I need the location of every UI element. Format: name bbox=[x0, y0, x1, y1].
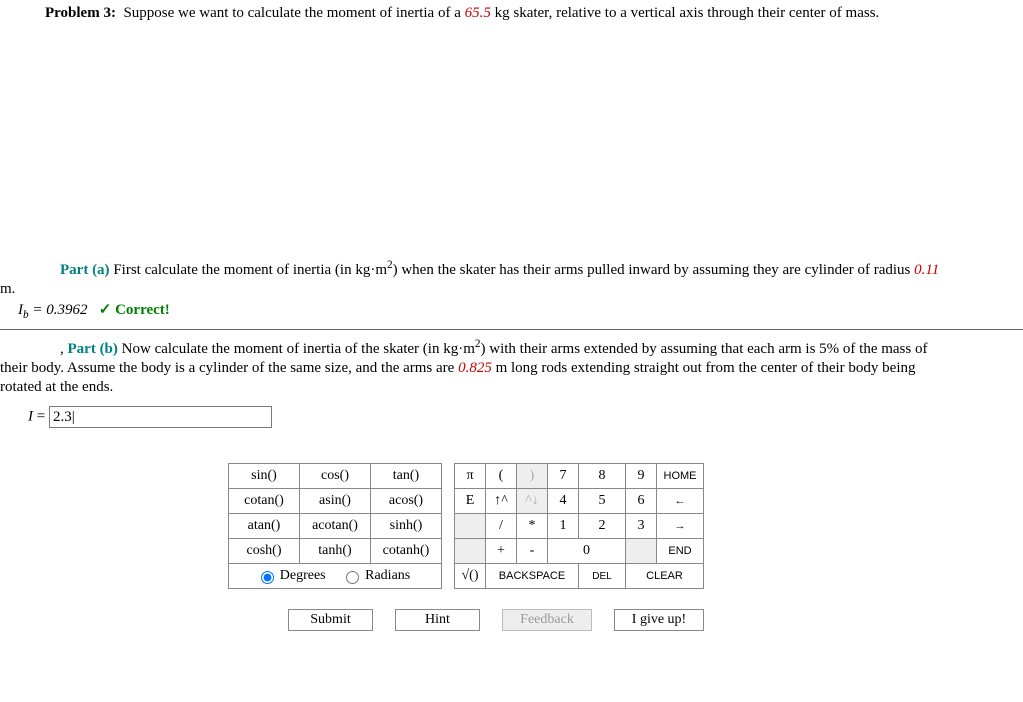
part-b-text-before: Now calculate the moment of inertia of t… bbox=[122, 341, 475, 357]
function-keypad: sin() cos() tan() cotan() asin() acos() … bbox=[228, 463, 442, 589]
key-blank3 bbox=[626, 539, 657, 564]
part-b-line3: rotated at the ends. bbox=[0, 379, 1018, 396]
key-4[interactable]: 4 bbox=[548, 489, 579, 514]
angle-mode-row: Degrees Radians bbox=[229, 564, 442, 589]
key-acotan[interactable]: acotan() bbox=[300, 514, 371, 539]
part-b-label: Part (b) bbox=[68, 341, 118, 357]
part-b-line2: their body. Assume the body is a cylinde… bbox=[0, 360, 1018, 377]
key-blank1 bbox=[455, 514, 486, 539]
part-a-text-before: First calculate the moment of inertia (i… bbox=[113, 262, 387, 278]
part-a-text-mid: ) when the skater has their arms pulled … bbox=[393, 262, 915, 278]
key-blank2 bbox=[455, 539, 486, 564]
input-eq: = bbox=[33, 409, 49, 425]
key-1[interactable]: 1 bbox=[548, 514, 579, 539]
key-del[interactable]: DEL bbox=[579, 564, 626, 589]
submit-button[interactable]: Submit bbox=[288, 609, 373, 631]
key-end[interactable]: END bbox=[657, 539, 704, 564]
key-minus[interactable]: - bbox=[517, 539, 548, 564]
key-cosh[interactable]: cosh() bbox=[229, 539, 300, 564]
key-rparen[interactable]: ) bbox=[517, 464, 548, 489]
key-home[interactable]: HOME bbox=[657, 464, 704, 489]
key-lparen[interactable]: ( bbox=[486, 464, 517, 489]
key-multiply[interactable]: * bbox=[517, 514, 548, 539]
hint-button[interactable]: Hint bbox=[395, 609, 480, 631]
part-a-header: Part (a) First calculate the moment of i… bbox=[60, 259, 1023, 279]
radius-value: 0.11 bbox=[914, 262, 939, 278]
line2-before: their body. Assume the body is a cylinde… bbox=[0, 360, 458, 376]
part-b-header: , Part (b) Now calculate the moment of i… bbox=[60, 338, 1023, 358]
key-tanh[interactable]: tanh() bbox=[300, 539, 371, 564]
arm-value: 0.825 bbox=[458, 360, 492, 376]
correct-text: Correct! bbox=[111, 302, 169, 318]
check-icon: ✓ bbox=[99, 302, 112, 318]
key-9[interactable]: 9 bbox=[626, 464, 657, 489]
part-b-text-mid: ) with their arms extended by assuming t… bbox=[481, 341, 928, 357]
key-atan[interactable]: atan() bbox=[229, 514, 300, 539]
numeric-keypad: π ( ) 7 8 9 HOME E ↑^ ^↓ 4 5 6 ← bbox=[454, 463, 704, 589]
separator bbox=[0, 329, 1023, 330]
key-8[interactable]: 8 bbox=[579, 464, 626, 489]
problem-label: Problem 3: bbox=[45, 5, 116, 21]
key-3[interactable]: 3 bbox=[626, 514, 657, 539]
key-divide[interactable]: / bbox=[486, 514, 517, 539]
part-a-label: Part (a) bbox=[60, 262, 110, 278]
key-6[interactable]: 6 bbox=[626, 489, 657, 514]
problem-text-before: Suppose we want to calculate the moment … bbox=[123, 5, 464, 21]
key-cotanh[interactable]: cotanh() bbox=[371, 539, 442, 564]
giveup-button[interactable]: I give up! bbox=[614, 609, 704, 631]
key-backspace[interactable]: BACKSPACE bbox=[486, 564, 579, 589]
key-clear[interactable]: CLEAR bbox=[626, 564, 704, 589]
mass-value: 65.5 bbox=[465, 5, 491, 21]
degrees-radio[interactable] bbox=[261, 571, 274, 584]
key-cos[interactable]: cos() bbox=[300, 464, 371, 489]
problem-text-after: kg skater, relative to a vertical axis t… bbox=[491, 5, 879, 21]
feedback-button: Feedback bbox=[502, 609, 592, 631]
key-left-arrow[interactable]: ← bbox=[657, 489, 704, 514]
key-cotan[interactable]: cotan() bbox=[229, 489, 300, 514]
action-row: Submit Hint Feedback I give up! bbox=[288, 609, 1023, 631]
key-sqrt[interactable]: √() bbox=[455, 564, 486, 589]
part-b-prefix: , bbox=[60, 341, 68, 357]
input-row: I = bbox=[28, 406, 1023, 428]
key-7[interactable]: 7 bbox=[548, 464, 579, 489]
degrees-label: Degrees bbox=[280, 568, 326, 583]
key-sin[interactable]: sin() bbox=[229, 464, 300, 489]
line2-after: m long rods extending straight out from … bbox=[492, 360, 916, 376]
key-sinh[interactable]: sinh() bbox=[371, 514, 442, 539]
radians-radio[interactable] bbox=[346, 571, 359, 584]
key-down-caret[interactable]: ^↓ bbox=[517, 489, 548, 514]
key-5[interactable]: 5 bbox=[579, 489, 626, 514]
key-0[interactable]: 0 bbox=[548, 539, 626, 564]
key-up-caret[interactable]: ↑^ bbox=[486, 489, 517, 514]
problem-header: Problem 3: Suppose we want to calculate … bbox=[45, 5, 1023, 22]
radians-label: Radians bbox=[365, 568, 410, 583]
key-pi[interactable]: π bbox=[455, 464, 486, 489]
answer-eq: = 0.3962 bbox=[29, 302, 88, 318]
part-a-suffix: m. bbox=[0, 281, 1018, 298]
key-e[interactable]: E bbox=[455, 489, 486, 514]
key-right-arrow[interactable]: → bbox=[657, 514, 704, 539]
key-asin[interactable]: asin() bbox=[300, 489, 371, 514]
answer-input[interactable] bbox=[49, 406, 272, 428]
key-2[interactable]: 2 bbox=[579, 514, 626, 539]
part-a-answer: Ib = 0.3962 ✓ Correct! bbox=[18, 300, 1023, 321]
calculator: sin() cos() tan() cotan() asin() acos() … bbox=[228, 463, 1023, 631]
key-plus[interactable]: + bbox=[486, 539, 517, 564]
key-acos[interactable]: acos() bbox=[371, 489, 442, 514]
key-tan[interactable]: tan() bbox=[371, 464, 442, 489]
